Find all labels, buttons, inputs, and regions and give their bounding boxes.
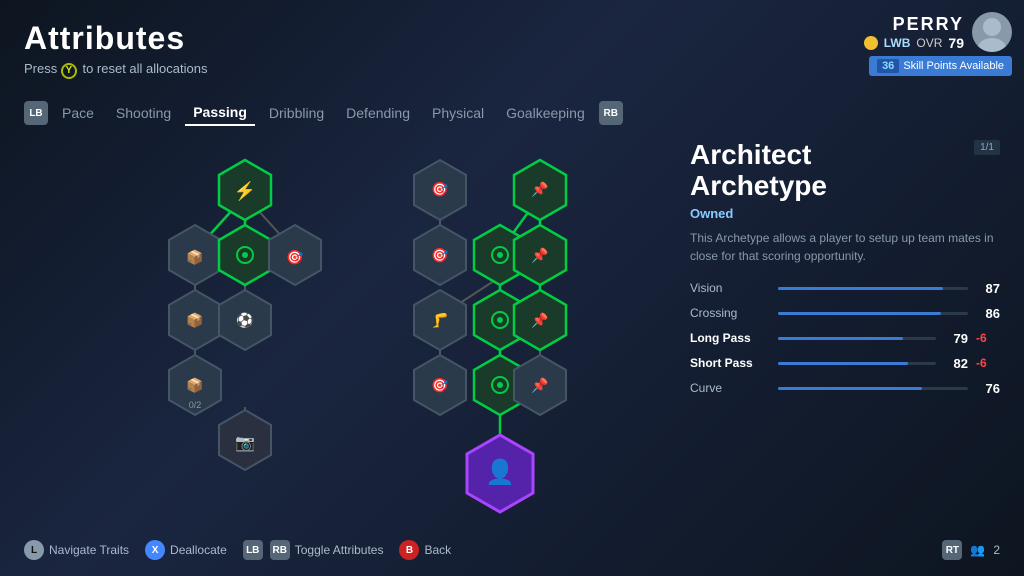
tab-passing[interactable]: Passing [185, 100, 255, 126]
back-label: Back [424, 543, 451, 557]
toggle-label: Toggle Attributes [295, 543, 384, 557]
stat-shortpass-fill [778, 362, 908, 365]
stat-curve-bar [778, 387, 968, 390]
stat-crossing-value: 86 [976, 306, 1000, 321]
control-back: B Back [399, 540, 451, 560]
svg-text:🦵: 🦵 [431, 312, 448, 328]
page-title: Attributes [24, 20, 207, 57]
stat-longpass-label: Long Pass [690, 331, 770, 345]
stat-shortpass: Short Pass 82 -6 [690, 356, 1000, 371]
x-button: X [145, 540, 165, 560]
tab-shooting[interactable]: Shooting [108, 101, 179, 125]
svg-text:🎯: 🎯 [431, 247, 449, 263]
coin-icon [864, 36, 878, 50]
archetype-badge: 1/1 [974, 140, 1000, 155]
position-tag: LWB [884, 36, 911, 50]
b-button: B [399, 540, 419, 560]
stat-vision-bar [778, 287, 968, 290]
svg-text:📷: 📷 [235, 435, 255, 452]
tab-navigation: LB Pace Shooting Passing Dribbling Defen… [24, 100, 623, 126]
skill-tree-svg: ⚡ 📦 🎯 📦 ⚽ 📦 0/2 📷 [24, 140, 644, 520]
stat-crossing-bar [778, 312, 968, 315]
stat-crossing-label: Crossing [690, 306, 770, 320]
people-icon: 👥 [970, 543, 985, 557]
rb-button: RB [270, 540, 290, 560]
archetype-title: ArchitectArchetype [690, 140, 1000, 202]
stat-shortpass-delta: -6 [976, 356, 1000, 370]
stat-vision-value: 87 [976, 281, 1000, 296]
control-group-left: L Navigate Traits X Deallocate LB RB Tog… [24, 540, 451, 560]
stat-curve: Curve 76 [690, 381, 1000, 396]
l-button: L [24, 540, 44, 560]
svg-text:📦: 📦 [186, 377, 203, 394]
svg-text:📦: 📦 [186, 249, 203, 266]
stat-longpass-fill [778, 337, 903, 340]
owned-label: Owned [690, 206, 1000, 221]
stat-vision-label: Vision [690, 281, 770, 295]
player-card: PERRY LWB OVR 79 36 Skill Points Availab… [864, 12, 1012, 76]
archetype-panel: ArchitectArchetype 1/1 Owned This Archet… [690, 140, 1000, 406]
stat-vision: Vision 87 [690, 281, 1000, 296]
tab-dribbling[interactable]: Dribbling [261, 101, 332, 125]
control-navigate: L Navigate Traits [24, 540, 129, 560]
control-deallocate: X Deallocate [145, 540, 227, 560]
tab-defending[interactable]: Defending [338, 101, 418, 125]
svg-text:📌: 📌 [531, 246, 549, 264]
svg-text:👤: 👤 [485, 458, 515, 486]
stat-list: Vision 87 Crossing 86 Long Pass 79 -6 Sh… [690, 281, 1000, 396]
navigate-label: Navigate Traits [49, 543, 129, 557]
lb-button: LB [243, 540, 263, 560]
skill-points-number: 36 [877, 59, 899, 73]
player-name: PERRY [864, 14, 964, 35]
svg-text:📌: 📌 [531, 180, 549, 198]
stat-longpass: Long Pass 79 -6 [690, 331, 1000, 346]
svg-text:📦: 📦 [186, 312, 203, 329]
ovr-value: 79 [948, 35, 964, 51]
ovr-tag: OVR [916, 36, 942, 50]
svg-text:🎯: 🎯 [431, 181, 449, 197]
svg-text:⚽: ⚽ [235, 312, 253, 329]
tab-goalkeeping[interactable]: Goalkeeping [498, 101, 593, 125]
stat-longpass-bar [778, 337, 936, 340]
stat-curve-fill [778, 387, 922, 390]
tab-rb-button[interactable]: RB [599, 101, 623, 125]
svg-text:⚡: ⚡ [234, 180, 256, 202]
stat-curve-value: 76 [976, 381, 1000, 396]
skill-points-badge: 36 Skill Points Available [869, 56, 1012, 76]
stat-shortpass-value: 82 [944, 356, 968, 371]
skill-tree: ⚡ 📦 🎯 📦 ⚽ 📦 0/2 📷 [24, 140, 644, 520]
stat-shortpass-bar [778, 362, 936, 365]
stat-shortpass-label: Short Pass [690, 356, 770, 370]
control-toggle: LB RB Toggle Attributes [243, 540, 384, 560]
header: Attributes Press Y Press Y to reset all … [24, 20, 207, 79]
stat-vision-fill [778, 287, 943, 290]
subtitle: Press Y Press Y to reset all allocations… [24, 61, 207, 79]
stat-curve-label: Curve [690, 381, 770, 395]
bottom-controls: L Navigate Traits X Deallocate LB RB Tog… [24, 540, 1000, 560]
stat-longpass-delta: -6 [976, 331, 1000, 345]
y-button: Y [61, 63, 77, 79]
skill-points-label: Skill Points Available [903, 60, 1004, 72]
rt-button: RT [942, 540, 962, 560]
tab-lb-button[interactable]: LB [24, 101, 48, 125]
stat-longpass-value: 79 [944, 331, 968, 346]
stat-crossing: Crossing 86 [690, 306, 1000, 321]
rt-value: 2 [993, 543, 1000, 557]
deallocate-label: Deallocate [170, 543, 227, 557]
control-group-right: RT 👥 2 [942, 540, 1000, 560]
svg-text:📌: 📌 [531, 311, 549, 329]
svg-text:📌: 📌 [531, 376, 549, 394]
svg-text:🎯: 🎯 [286, 249, 304, 265]
archetype-description: This Archetype allows a player to setup … [690, 229, 1000, 265]
svg-text:🎯: 🎯 [431, 377, 449, 393]
stat-crossing-fill [778, 312, 941, 315]
avatar [972, 12, 1012, 52]
tab-physical[interactable]: Physical [424, 101, 492, 125]
tab-pace[interactable]: Pace [54, 101, 102, 125]
svg-text:0/2: 0/2 [189, 400, 202, 410]
